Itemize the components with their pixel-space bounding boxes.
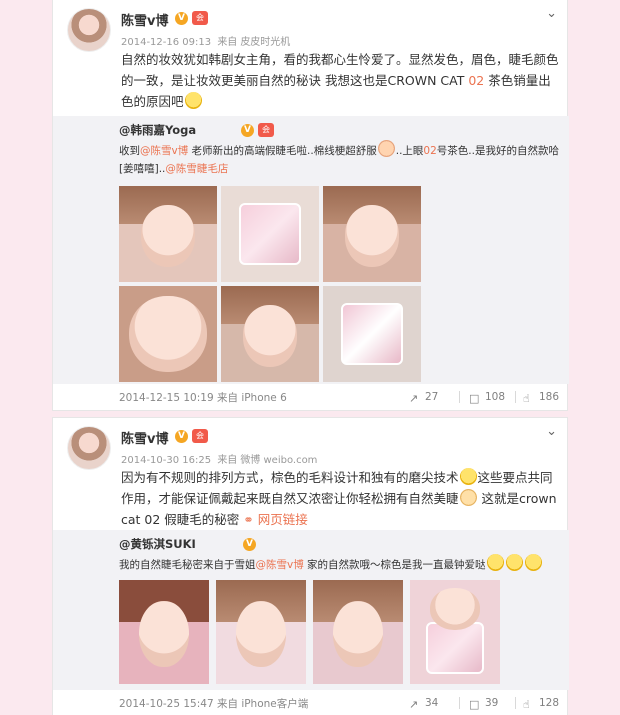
emoji-icon bbox=[524, 554, 542, 571]
repost-icon: ↗ bbox=[409, 392, 419, 405]
weibo-post-card: 陈雪v博 V 会 ⌄ 2014-12-16 09:13 来自 皮皮时光机 自然的妆… bbox=[52, 0, 569, 411]
avatar[interactable] bbox=[67, 426, 111, 470]
post-meta: 2014-10-30 16:25 来自 微博 weibo.com bbox=[121, 451, 320, 466]
comment-action[interactable]: □ 39 bbox=[469, 695, 498, 711]
victory-hand-emoji-icon bbox=[459, 489, 477, 506]
verified-badge-icon: V bbox=[175, 12, 188, 25]
like-icon: ☝ bbox=[523, 698, 530, 711]
weibo-post-card: 陈雪v博 V 会 ⌄ 2014-10-30 16:25 来自 微博 weibo.c… bbox=[52, 417, 569, 715]
divider bbox=[515, 697, 516, 709]
link-icon: ⚭ bbox=[243, 512, 258, 527]
divider bbox=[459, 697, 460, 709]
post-footer: 2014-10-25 15:47 来自 iPhone客户端 ↗ 34 □ 39 ☝ 1… bbox=[53, 690, 569, 715]
repost-count: 27 bbox=[425, 391, 439, 403]
photo-thumbnail[interactable] bbox=[410, 580, 500, 684]
smile-emoji-icon bbox=[184, 92, 202, 109]
repost-source-prefix: 来自 bbox=[216, 698, 238, 710]
comment-icon: □ bbox=[469, 392, 480, 405]
repost-block: @韩雨嘉Yoga V 会 收到@陈雪v博 老师新出的高端假睫毛啦..棉线梗超舒服… bbox=[53, 116, 569, 384]
chevron-down-icon[interactable]: ⌄ bbox=[546, 6, 557, 21]
like-action[interactable]: ☝ 186 bbox=[523, 389, 559, 405]
comment-count: 39 bbox=[485, 697, 499, 709]
repost-source-prefix: 来自 bbox=[216, 392, 238, 404]
divider bbox=[515, 391, 516, 403]
post-source-prefix: 来自 bbox=[217, 37, 238, 48]
repost-text-part: 我的自然睫毛秘密来自于雪姐 bbox=[119, 559, 256, 571]
repost-action[interactable]: ↗ 34 bbox=[409, 695, 438, 711]
repost-text-part: ..上眼 bbox=[395, 145, 424, 157]
photo-thumbnail[interactable] bbox=[119, 580, 209, 684]
repost-highlight: 02 bbox=[423, 145, 437, 157]
repost-source: iPhone 6 bbox=[241, 392, 287, 404]
comment-count: 108 bbox=[485, 391, 506, 403]
repost-block: @黄铄淇SUKI V 我的自然睫毛秘密来自于雪姐@陈雪v博 家的自然款哦～棕色是… bbox=[53, 530, 569, 690]
post-footer: 2014-12-15 10:19 来自 iPhone 6 ↗ 27 □ 108 ☝ 1… bbox=[53, 384, 569, 410]
post-text-part: 因为有不规则的排列方式，棕色的毛料设计和独有的磨尖技术 bbox=[121, 470, 459, 485]
repost-text-part: 老师新出的高端假睫毛啦..棉线梗超舒服 bbox=[188, 145, 377, 157]
photo-thumbnail[interactable] bbox=[119, 286, 217, 382]
comment-action[interactable]: □ 108 bbox=[469, 389, 505, 405]
repost-username[interactable]: @韩雨嘉Yoga bbox=[119, 122, 196, 138]
post-source-prefix: 来自 bbox=[217, 455, 238, 466]
post-timestamp[interactable]: 2014-12-16 09:13 bbox=[121, 37, 211, 48]
web-link-label: 网页链接 bbox=[257, 512, 308, 527]
repost-count: 34 bbox=[425, 697, 439, 709]
divider bbox=[459, 391, 460, 403]
post-username[interactable]: 陈雪v博 bbox=[121, 10, 168, 29]
repost-timestamp[interactable]: 2014-10-25 15:47 bbox=[119, 698, 214, 710]
photo-thumbnail[interactable] bbox=[323, 186, 421, 282]
verified-badge-icon: V bbox=[243, 538, 256, 551]
post-text: 因为有不规则的排列方式，棕色的毛料设计和独有的磨尖技术 这些要点共同作用，才能保证… bbox=[121, 467, 561, 530]
post-username[interactable]: 陈雪v博 bbox=[121, 428, 168, 447]
post-text-highlight: 02 bbox=[468, 73, 485, 88]
repost-text: 我的自然睫毛秘密来自于雪姐@陈雪v博 家的自然款哦～棕色是我一直最钟爱哒 bbox=[119, 554, 559, 574]
repost-text-part: 收到 bbox=[119, 145, 140, 157]
like-icon: ☝ bbox=[523, 392, 530, 405]
photo-thumbnail[interactable] bbox=[221, 286, 319, 382]
member-badge-icon: 会 bbox=[258, 123, 274, 137]
post-source[interactable]: 皮皮时光机 bbox=[240, 37, 290, 48]
post-timestamp[interactable]: 2014-10-30 16:25 bbox=[121, 455, 211, 466]
post-text: 自然的妆效犹如韩剧女主角，看的我都心生怜爱了。显然发色，眉色，睫毛颜色的一致，是… bbox=[121, 49, 561, 112]
post-meta: 2014-12-16 09:13 来自 皮皮时光机 bbox=[121, 33, 293, 48]
post-source[interactable]: 微博 weibo.com bbox=[240, 455, 317, 466]
like-action[interactable]: ☝ 128 bbox=[523, 695, 559, 711]
web-link[interactable]: ⚭ 网页链接 bbox=[243, 512, 307, 527]
repost-timestamp[interactable]: 2014-12-15 10:19 bbox=[119, 392, 214, 404]
mention-link[interactable]: @陈雪v博 bbox=[256, 559, 304, 571]
chevron-down-icon[interactable]: ⌄ bbox=[546, 424, 557, 439]
repost-username[interactable]: @黄铄淇SUKI bbox=[119, 536, 196, 552]
smile-emoji-icon bbox=[459, 468, 477, 485]
mention-link[interactable]: @陈雪v博 bbox=[140, 145, 188, 157]
repost-source: iPhone客户端 bbox=[241, 698, 309, 710]
emoji-icon bbox=[505, 554, 523, 571]
avatar[interactable] bbox=[67, 8, 111, 52]
repost-text-part: 家的自然款哦～棕色是我一直最钟爱哒 bbox=[303, 559, 486, 571]
photo-thumbnail[interactable] bbox=[216, 580, 306, 684]
verified-badge-icon: V bbox=[175, 430, 188, 443]
repost-meta: 2014-12-15 10:19 来自 iPhone 6 bbox=[119, 390, 287, 405]
photo-thumbnail[interactable] bbox=[313, 580, 403, 684]
like-count: 128 bbox=[539, 697, 560, 709]
photo-thumbnail[interactable] bbox=[221, 186, 319, 282]
emoji-icon bbox=[486, 554, 504, 571]
repost-meta: 2014-10-25 15:47 来自 iPhone客户端 bbox=[119, 696, 308, 711]
photo-thumbnail[interactable] bbox=[119, 186, 217, 282]
comment-icon: □ bbox=[469, 698, 480, 711]
photo-thumbnail[interactable] bbox=[323, 286, 421, 382]
verified-badge-icon: V bbox=[241, 124, 254, 137]
member-badge-icon: 会 bbox=[192, 429, 208, 443]
repost-text: 收到@陈雪v博 老师新出的高端假睫毛啦..棉线梗超舒服 ..上眼02号茶色..是我… bbox=[119, 140, 559, 178]
repost-icon: ↗ bbox=[409, 698, 419, 711]
like-count: 186 bbox=[539, 391, 560, 403]
member-badge-icon: 会 bbox=[192, 11, 208, 25]
mention-link[interactable]: @陈雪睫毛店 bbox=[165, 163, 228, 175]
repost-action[interactable]: ↗ 27 bbox=[409, 389, 438, 405]
hand-emoji-icon bbox=[377, 140, 395, 157]
